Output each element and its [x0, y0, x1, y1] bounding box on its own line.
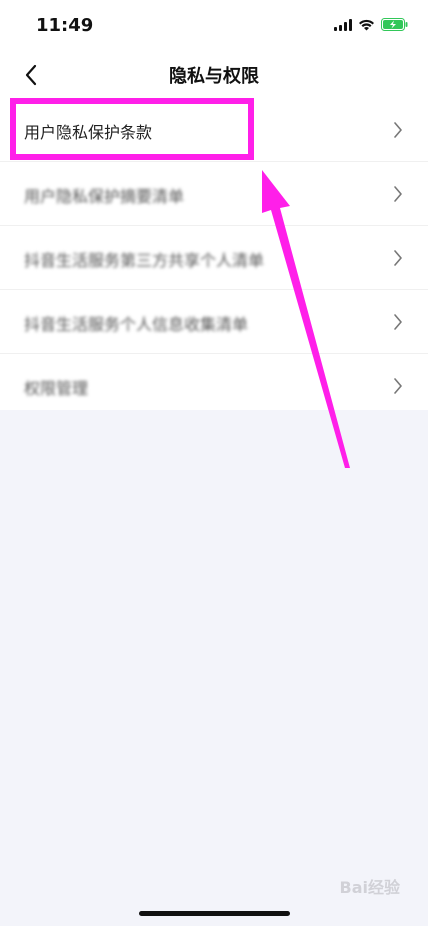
menu-item-label: 抖音生活服务第三方共享个人清单 — [24, 251, 265, 270]
screen: 11:49 隐私与权限 用户隐私保护条款 用户隐私保护摘要清单 抖音生活服务第三… — [0, 0, 428, 926]
chevron-right-icon — [394, 250, 402, 266]
menu-item-info-collection[interactable]: 抖音生活服务个人信息收集清单 — [0, 290, 428, 354]
menu-item-third-party-sharing[interactable]: 抖音生活服务第三方共享个人清单 — [0, 226, 428, 290]
battery-charging-icon — [381, 18, 408, 31]
status-bar: 11:49 — [0, 0, 428, 50]
menu-item-user-privacy-terms[interactable]: 用户隐私保护条款 — [0, 98, 428, 162]
wifi-icon — [359, 19, 374, 30]
menu-item-permission-management[interactable]: 权限管理 — [0, 354, 428, 417]
menu-item-label: 抖音生活服务个人信息收集清单 — [24, 315, 249, 334]
watermark: Bai经验 — [339, 878, 400, 897]
menu-item-label: 用户隐私保护摘要清单 — [24, 187, 185, 206]
chevron-right-icon — [394, 186, 402, 202]
signal-icon — [334, 18, 352, 31]
home-indicator[interactable] — [139, 911, 290, 916]
menu-item-label: 权限管理 — [24, 379, 89, 398]
navigation-bar: 隐私与权限 — [0, 50, 428, 98]
status-icons — [334, 18, 408, 31]
chevron-right-icon — [394, 378, 402, 394]
menu-item-privacy-summary[interactable]: 用户隐私保护摘要清单 — [0, 162, 428, 226]
chevron-right-icon — [394, 122, 402, 138]
chevron-right-icon — [394, 314, 402, 330]
menu-list: 用户隐私保护条款 用户隐私保护摘要清单 抖音生活服务第三方共享个人清单 抖音生活… — [0, 98, 428, 417]
status-time: 11:49 — [36, 15, 94, 36]
page-title: 隐私与权限 — [169, 66, 259, 87]
menu-item-label: 用户隐私保护条款 — [24, 123, 153, 142]
